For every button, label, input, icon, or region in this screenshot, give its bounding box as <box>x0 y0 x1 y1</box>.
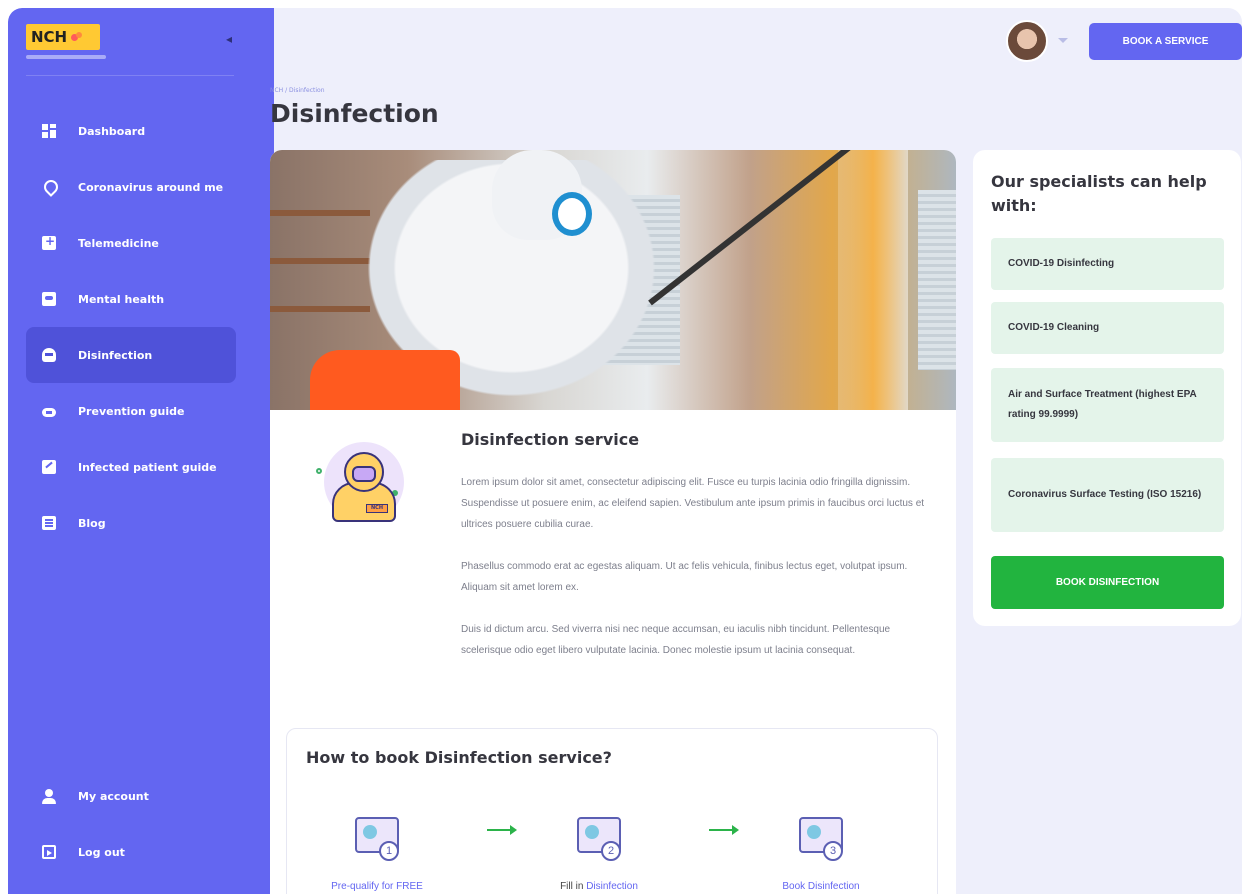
mask-icon <box>42 407 56 417</box>
step-number: 2 <box>601 841 621 861</box>
sidebar-item-dashboard[interactable]: Dashboard <box>26 103 236 159</box>
sidebar-item-label: My account <box>78 789 149 803</box>
hazmat-icon <box>42 348 56 362</box>
service-paragraph: Lorem ipsum dolor sit amet, consectetur … <box>461 477 925 530</box>
sidebar-item-telemedicine[interactable]: Telemedicine <box>26 215 236 271</box>
sidebar-item-prevention-guide[interactable]: Prevention guide <box>26 383 236 439</box>
specialist-item: Coronavirus Surface Testing (ISO 15216) <box>991 458 1224 532</box>
hero-photo-disinfection-worker <box>270 150 956 410</box>
how-to-book-section: How to book Disinfection service? 1 Pre-… <box>286 728 938 894</box>
illustration-badge: NCH <box>366 504 388 513</box>
specialist-item: Air and Surface Treatment (highest EPA r… <box>991 368 1224 442</box>
step-prequalify: 1 Pre-qualify for FREE <box>317 811 437 892</box>
user-icon <box>42 789 56 804</box>
sidebar-item-label: Infected patient guide <box>78 460 217 474</box>
sidebar-item-label: Telemedicine <box>78 236 159 250</box>
document-icon <box>42 516 56 530</box>
app-window: NCH ◂ Dashboard Coronavirus around me Te… <box>8 8 1242 894</box>
logo-text: NCH <box>31 28 68 46</box>
specialist-item: COVID-19 Disinfecting <box>991 238 1224 290</box>
sidebar-item-label: Coronavirus around me <box>78 180 224 194</box>
arrow-right-icon <box>487 825 517 835</box>
step-book: 3 Book Disinfection <box>761 811 881 892</box>
sidebar-item-blog[interactable]: Blog <box>26 495 236 551</box>
specialist-item: COVID-19 Cleaning <box>991 302 1224 354</box>
chevron-left-icon[interactable]: ◂ <box>226 32 232 46</box>
calendar-click-icon: 3 <box>793 811 849 867</box>
breadcrumb[interactable]: NCH / Disinfection <box>270 87 325 94</box>
map-pin-icon <box>42 180 56 194</box>
step-number: 3 <box>823 841 843 861</box>
telemedicine-icon <box>42 234 56 250</box>
sidebar-item-label: Log out <box>78 845 125 859</box>
step-label: Fill in Disinfection <box>539 881 659 892</box>
sidebar-item-mental-health[interactable]: Mental health <box>26 271 236 327</box>
step-fill-in: 2 Fill in Disinfection <box>539 811 659 892</box>
sidebar-item-log-out[interactable]: Log out <box>26 824 236 880</box>
service-paragraph: Phasellus commodo erat ac egestas aliqua… <box>461 561 908 593</box>
sidebar-item-disinfection[interactable]: Disinfection <box>26 327 236 383</box>
chevron-down-icon[interactable] <box>1058 38 1068 43</box>
step-label-prefix: Fill in <box>560 881 587 892</box>
specialists-title: Our specialists can help with: <box>991 172 1207 215</box>
step-link[interactable]: Disinfection <box>586 881 638 892</box>
step-link[interactable]: Book Disinfection <box>761 881 881 892</box>
sidebar-item-label: Blog <box>78 516 106 530</box>
sidebar-item-my-account[interactable]: My account <box>26 768 236 824</box>
nch-logo[interactable]: NCH <box>26 24 100 50</box>
sidebar-divider <box>26 75 234 76</box>
logo-mark-icon <box>71 32 83 42</box>
sidebar-nav: Dashboard Coronavirus around me Telemedi… <box>26 103 236 551</box>
sidebar-item-label: Mental health <box>78 292 165 306</box>
logout-icon <box>42 845 56 859</box>
sidebar-item-label: Disinfection <box>78 348 153 362</box>
sidebar-item-label: Prevention guide <box>78 404 185 418</box>
sidebar-item-infected-patient-guide[interactable]: Infected patient guide <box>26 439 236 495</box>
dashboard-icon <box>42 124 56 138</box>
logo-tagline <box>26 55 106 59</box>
service-description: Lorem ipsum dolor sit amet, consectetur … <box>461 472 929 682</box>
disinfection-service-card: NCH Disinfection service Lorem ipsum dol… <box>270 150 956 894</box>
monitor-icon <box>42 292 56 306</box>
step-link[interactable]: Pre-qualify for FREE <box>317 881 437 892</box>
service-paragraph: Duis id dictum arcu. Sed viverra nisi ne… <box>461 624 891 656</box>
sidebar: NCH ◂ Dashboard Coronavirus around me Te… <box>8 8 274 894</box>
avatar[interactable] <box>1006 20 1048 62</box>
how-to-book-title: How to book Disinfection service? <box>306 748 612 767</box>
disinfection-worker-illustration: NCH <box>314 438 404 528</box>
book-disinfection-button[interactable]: BOOK DISINFECTION <box>991 556 1224 609</box>
specialists-panel: Our specialists can help with: COVID-19 … <box>973 150 1241 626</box>
sidebar-item-label: Dashboard <box>78 124 146 138</box>
page-title: Disinfection <box>270 99 439 128</box>
step-number: 1 <box>379 841 399 861</box>
sidebar-item-coronavirus-around-me[interactable]: Coronavirus around me <box>26 159 236 215</box>
arrow-right-icon <box>709 825 739 835</box>
service-title: Disinfection service <box>461 430 640 449</box>
sidebar-bottom-nav: My account Log out <box>26 768 236 880</box>
form-document-icon: 2 <box>571 811 627 867</box>
clipboard-icon <box>42 460 56 474</box>
book-a-service-button[interactable]: BOOK A SERVICE <box>1089 23 1242 60</box>
id-card-icon: 1 <box>349 811 405 867</box>
